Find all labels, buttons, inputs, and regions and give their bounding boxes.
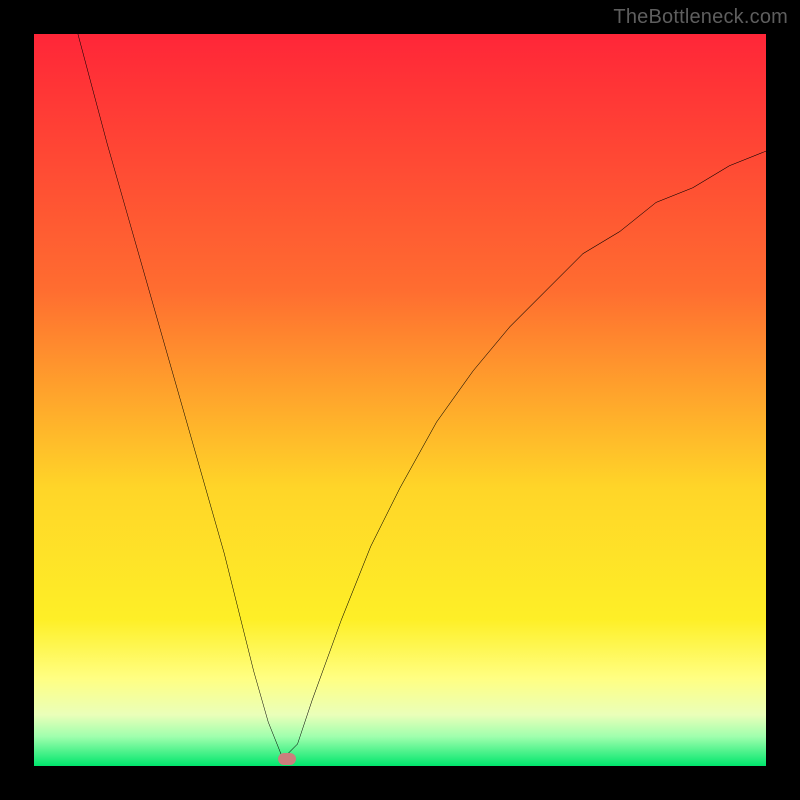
minimum-marker bbox=[278, 753, 296, 765]
chart-frame: TheBottleneck.com bbox=[0, 0, 800, 800]
bottleneck-curve bbox=[34, 34, 766, 766]
watermark-text: TheBottleneck.com bbox=[613, 6, 788, 29]
plot-area bbox=[34, 34, 766, 766]
